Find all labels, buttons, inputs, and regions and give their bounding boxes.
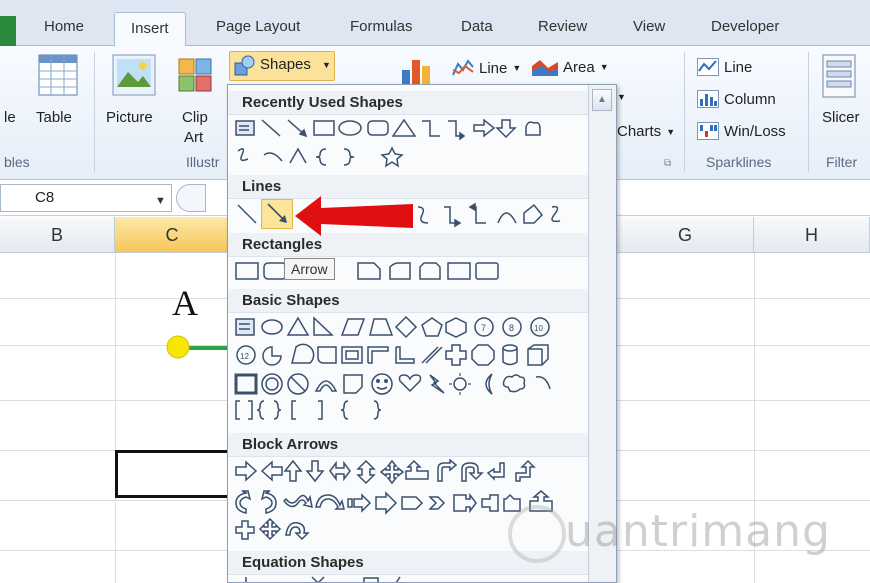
chevron-down-icon: ▼ (666, 126, 676, 137)
cell-label-a: A (172, 283, 198, 323)
section-recently-used-shapes: Recently Used Shapes (228, 91, 588, 115)
sparkline-column-icon (697, 90, 719, 108)
group-separator (684, 52, 685, 172)
tab-view[interactable]: View (633, 18, 665, 35)
selected-cell-c8[interactable] (115, 450, 235, 498)
chevron-down-icon[interactable]: ▼ (155, 195, 166, 207)
dialog-launcher-icon[interactable]: ⧉ (664, 158, 671, 169)
name-box-value: C8 (35, 189, 55, 206)
line-chart-label: Line (479, 59, 508, 77)
tab-home[interactable]: Home (44, 18, 84, 35)
shapes-button[interactable]: Shapes ▼ (229, 51, 335, 81)
group-separator (94, 52, 95, 172)
chevron-down-icon: ▼ (322, 60, 331, 70)
sparkline-winloss-button[interactable]: Win/Loss (697, 122, 786, 140)
recent-shapes-grid[interactable] (234, 117, 594, 171)
watermark-logo-icon (508, 505, 566, 563)
shapes-label: Shapes (260, 56, 311, 73)
picture-icon (112, 54, 156, 96)
svg-text:12: 12 (240, 352, 249, 361)
column-header-b[interactable]: B (0, 217, 115, 253)
name-box[interactable]: C8 ▼ (0, 184, 172, 212)
line-chart-button[interactable]: Line ▼ (452, 58, 521, 78)
sparkline-winloss-label: Win/Loss (724, 122, 786, 140)
sparkline-winloss-icon (697, 122, 719, 140)
tables-group-label: bles (4, 154, 30, 170)
tab-page-layout[interactable]: Page Layout (216, 18, 300, 35)
other-charts-label: Charts (617, 123, 662, 140)
other-charts-button[interactable]: Charts ▼ (617, 123, 675, 140)
picture-button[interactable]: Picture (104, 52, 166, 132)
slicer-button[interactable]: Slicer (816, 52, 870, 132)
arrow-line-icon (267, 203, 287, 223)
equation-shapes-row[interactable] (234, 575, 594, 583)
column-header-g[interactable]: G (617, 217, 754, 253)
tooltip-arrow: Arrow (284, 258, 335, 280)
slicer-icon (822, 54, 856, 98)
sparkline-column-label: Column (724, 90, 776, 108)
grid-line (115, 253, 116, 583)
sparklines-group-label: Sparklines (706, 154, 772, 170)
red-pointer-arrow-icon (295, 196, 413, 236)
svg-text:8: 8 (509, 323, 514, 333)
arrow-shape-highlight[interactable] (261, 199, 293, 229)
tab-data[interactable]: Data (461, 18, 493, 35)
line-chart-icon (452, 59, 474, 76)
file-tab-edge[interactable] (0, 16, 16, 46)
ribbon-tab-bar: Home Insert Page Layout Formulas Data Re… (0, 0, 870, 47)
column-header-c[interactable]: C (115, 217, 230, 253)
filter-group-label: Filter (826, 154, 858, 170)
clip-art-label-2: Art (184, 129, 204, 146)
line-shape-with-yellow-handle[interactable] (164, 332, 234, 362)
group-separator (808, 52, 809, 172)
slicer-label: Slicer (822, 109, 860, 126)
table-button[interactable]: Table (32, 52, 84, 132)
sparkline-column-button[interactable]: Column (697, 90, 776, 108)
watermark-text: uantrimang (565, 506, 831, 557)
basic-shapes-grid[interactable]: 7 8 10 12 (234, 315, 594, 427)
scroll-up-button[interactable]: ▲ (592, 89, 612, 111)
clip-art-button[interactable]: Clip Art (176, 52, 222, 152)
tab-formulas[interactable]: Formulas (350, 18, 413, 35)
area-chart-button[interactable]: Area ▼ (532, 58, 609, 76)
tab-review[interactable]: Review (538, 18, 587, 35)
table-label: Table (36, 109, 72, 126)
formula-bar-resize-handle[interactable] (176, 184, 206, 212)
column-header-h[interactable]: H (754, 217, 870, 253)
sparkline-line-button[interactable]: Line (697, 58, 752, 76)
shapes-icon (234, 55, 255, 76)
tab-developer[interactable]: Developer (711, 18, 779, 35)
chevron-down-icon[interactable]: ▼ (617, 92, 626, 102)
tab-insert[interactable]: Insert (114, 12, 186, 47)
sparkline-line-icon (697, 58, 719, 76)
shapes-gallery-dropdown: ▲ Recently Used Shapes Lines Rectangles … (227, 84, 617, 583)
section-basic-shapes: Basic Shapes (228, 289, 588, 313)
svg-text:10: 10 (534, 324, 543, 333)
area-chart-label: Area (563, 58, 595, 76)
section-block-arrows: Block Arrows (228, 433, 588, 457)
chevron-down-icon: ▼ (512, 63, 522, 73)
chevron-down-icon: ▼ (599, 62, 609, 72)
area-chart-icon (532, 60, 558, 76)
picture-label: Picture (106, 109, 153, 126)
svg-text:7: 7 (481, 323, 486, 333)
clip-art-icon (178, 58, 212, 92)
clip-art-label-1: Clip (182, 109, 208, 126)
sparkline-line-label: Line (724, 58, 753, 76)
pivot-label-partial: le (4, 109, 16, 126)
table-icon (38, 54, 78, 96)
illustrations-group-label: Illustr (186, 154, 220, 170)
